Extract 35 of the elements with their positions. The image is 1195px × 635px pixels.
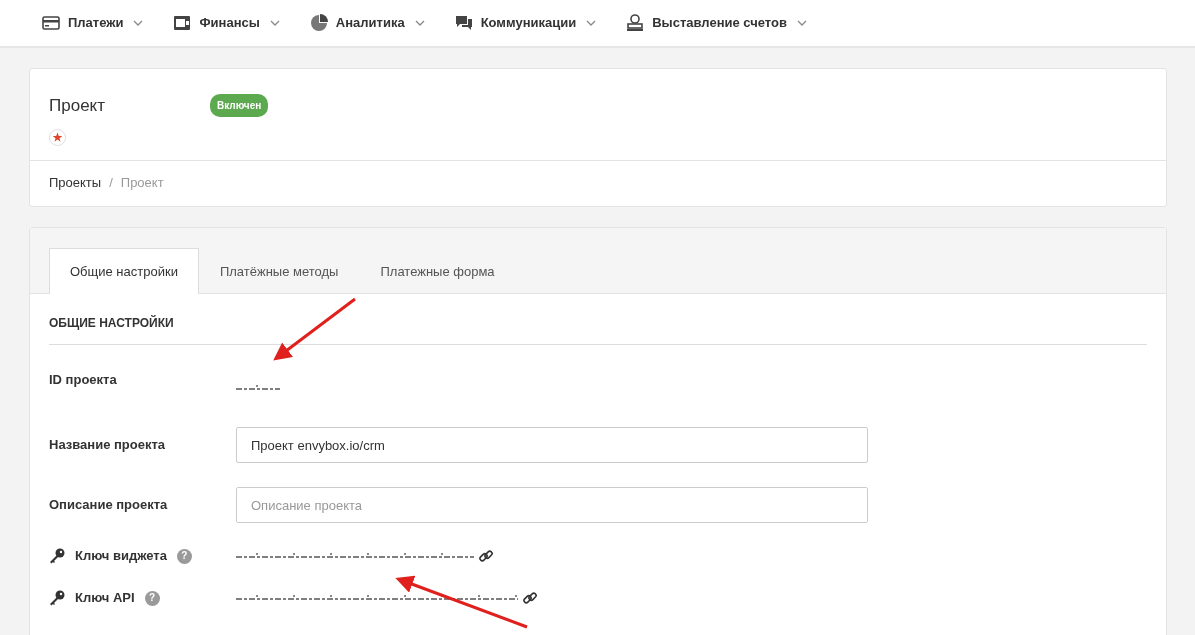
nav-menu-item[interactable]: Платежи (42, 13, 144, 33)
key-icon (49, 590, 65, 606)
link-icon[interactable] (522, 590, 538, 606)
breadcrumb-separator: / (109, 174, 113, 192)
field-label: Ключ виджета (75, 547, 167, 566)
chevron-down-icon (797, 20, 807, 26)
stamp-icon (626, 14, 645, 32)
nav-menu-item[interactable]: Коммуникации (454, 13, 597, 33)
field-label: Ключ API (75, 589, 135, 608)
chevron-down-icon (414, 20, 425, 26)
tab[interactable]: Платежные форма (359, 247, 516, 294)
field-label: Описание проекта (49, 496, 168, 515)
nav-menu-item[interactable]: Финансы (173, 13, 280, 33)
section-heading: ОБЩИЕ НАСТРОЙКИ (49, 294, 1147, 345)
field-label: ID проекта (49, 371, 117, 390)
chevron-down-icon (586, 20, 597, 26)
field-label: Название проекта (49, 436, 166, 455)
credit-card-icon (42, 14, 60, 32)
tab[interactable]: Платёжные методы (198, 247, 360, 294)
redacted-value-drawing (236, 384, 280, 391)
project-title: Проект (49, 95, 105, 117)
link-icon[interactable] (478, 548, 494, 564)
nav-menu-item[interactable]: Выставление счетов (626, 13, 807, 33)
chevron-down-icon (133, 20, 144, 26)
chat-icon (454, 14, 473, 32)
key-icon (49, 548, 65, 564)
breadcrumb-link[interactable]: Проекты (49, 173, 102, 193)
status-badge: Включен (210, 94, 269, 118)
tab[interactable]: Общие настройки (49, 247, 199, 294)
wallet-icon (173, 14, 192, 32)
text-input[interactable]: Проект envybox.io/crm (236, 427, 868, 463)
nav-menu-item[interactable]: Аналитика (309, 13, 425, 33)
text-input[interactable]: Описание проекта (236, 487, 868, 523)
chevron-down-icon (269, 20, 280, 26)
pie-chart-icon (309, 14, 328, 32)
